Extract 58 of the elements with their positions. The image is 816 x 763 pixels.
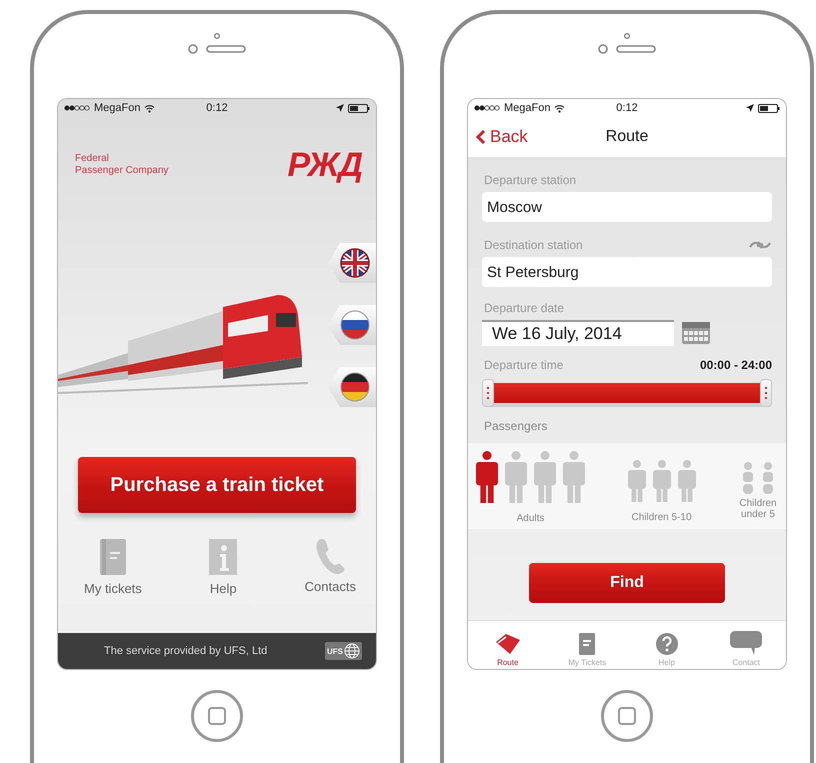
battery-icon (758, 104, 780, 112)
passenger-group-label: Adults (516, 513, 544, 524)
ticket-icon (494, 632, 522, 656)
signal-icon (474, 105, 500, 111)
footer-text: The service provided by UFS, Ltd (104, 645, 268, 657)
status-time: 0:12 (206, 102, 228, 114)
germany-flag-icon (340, 372, 370, 402)
passenger-group-label: Children under 5 (738, 498, 778, 520)
nav-item[interactable]: Contacts (304, 537, 356, 596)
time-range-value: 00:00 - 24:00 (700, 358, 772, 372)
passenger-group-label: Children 5-10 (631, 512, 692, 523)
slider-handle[interactable] (760, 379, 772, 407)
info-icon (208, 537, 238, 577)
book-icon (578, 632, 596, 656)
departure-station-field[interactable]: Moscow (482, 192, 772, 222)
field-label: Passengers (484, 419, 548, 433)
purchase-ticket-button[interactable]: Purchase a train ticket (78, 457, 356, 513)
company-name: Federal Passenger Company (75, 153, 168, 177)
destination-station-field[interactable]: St Petersburg (482, 257, 772, 287)
status-time: 0:12 (616, 102, 638, 114)
back-button[interactable]: Back (476, 127, 528, 147)
screen-title: Route (606, 128, 648, 146)
language-button[interactable] (328, 305, 376, 345)
carrier-name: MegaFon (94, 102, 140, 114)
help-icon (654, 632, 679, 656)
nav-item[interactable]: Help (208, 537, 238, 596)
home-button[interactable] (191, 690, 243, 742)
location-arrow-icon (336, 104, 344, 112)
slider-handle[interactable] (482, 379, 494, 407)
globe-icon (344, 643, 360, 659)
russia-flag-icon (340, 310, 370, 340)
home-button[interactable] (601, 690, 653, 742)
find-button[interactable]: Find (529, 563, 725, 603)
field-label: Departure date (484, 301, 566, 315)
calendar-icon[interactable] (682, 322, 710, 344)
tab[interactable]: Route (468, 621, 548, 669)
book-icon (98, 537, 128, 577)
person-icon[interactable] (476, 451, 498, 503)
nav-item[interactable]: My tickets (84, 537, 142, 596)
carrier-name: MegaFon (504, 102, 550, 114)
uk-flag-icon (340, 248, 370, 278)
field-label: Departure time (484, 358, 564, 372)
wifi-icon (144, 104, 156, 112)
chevron-left-icon (476, 129, 486, 145)
time-range-slider[interactable] (482, 379, 772, 407)
language-button[interactable] (328, 243, 376, 283)
signal-icon (64, 105, 90, 111)
language-button[interactable] (328, 367, 376, 407)
field-label: Departure station (484, 173, 578, 187)
wifi-icon (554, 104, 566, 112)
company-logo: РЖД (288, 147, 362, 183)
speech-bubble-icon (729, 630, 764, 656)
field-label: Destination station (484, 238, 583, 252)
departure-date-field[interactable]: We 16 July, 2014 (482, 320, 674, 346)
location-arrow-icon (746, 104, 754, 112)
battery-icon (348, 104, 370, 112)
company-badge: UFS (325, 642, 362, 660)
swap-arrows-icon[interactable] (748, 239, 772, 251)
